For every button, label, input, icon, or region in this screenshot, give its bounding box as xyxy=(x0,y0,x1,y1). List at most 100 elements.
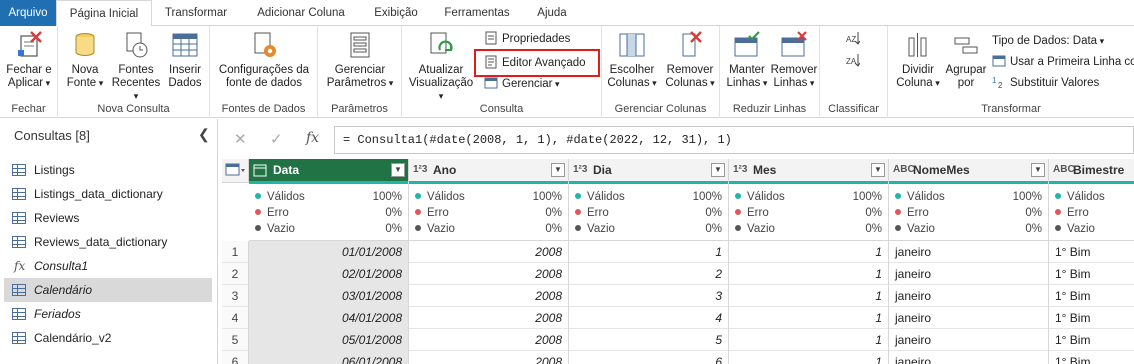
table-cell[interactable]: 1° Bim xyxy=(1049,263,1134,285)
table-cell[interactable]: 1° Bim xyxy=(1049,285,1134,307)
table-cell[interactable]: 2008 xyxy=(409,307,568,329)
table-cell[interactable]: 2008 xyxy=(409,263,568,285)
column-header[interactable]: ABC Bimestre xyxy=(1049,159,1134,181)
collapse-pane-icon[interactable]: ❮ xyxy=(198,126,210,143)
choose-columns-button[interactable]: Escolher Colunas xyxy=(604,30,660,90)
stat-row: Válidos 100% xyxy=(255,189,402,205)
advanced-editor-button[interactable]: Editor Avançado xyxy=(474,49,600,77)
query-item-calendario-v2[interactable]: Calendário_v2 xyxy=(4,326,212,350)
split-column-button[interactable]: Dividir Coluna xyxy=(892,30,944,90)
remove-rows-button[interactable]: Remover Linhas xyxy=(770,30,818,90)
table-cell[interactable]: janeiro xyxy=(889,263,1048,285)
column-filter-dropdown-icon[interactable]: ▼ xyxy=(1031,163,1045,177)
table-cell[interactable]: 6 xyxy=(569,351,728,364)
table-cell[interactable]: 1 xyxy=(729,307,888,329)
close-apply-button[interactable]: Fechar e Aplicar xyxy=(2,30,56,90)
query-item-consulta1[interactable]: fx Consulta1 xyxy=(4,254,212,278)
column-header[interactable]: ABC NomeMes ▼ xyxy=(889,159,1048,181)
table-cell[interactable]: 2008 xyxy=(409,241,568,263)
table-cell[interactable]: 1 xyxy=(729,241,888,263)
data-source-settings-button[interactable]: Configurações da fonte de dados xyxy=(214,30,314,90)
table-cell[interactable]: 06/01/2008 xyxy=(249,351,408,364)
column-filter-dropdown-icon[interactable]: ▼ xyxy=(871,163,885,177)
tab-ferramentas[interactable]: Ferramentas xyxy=(432,0,522,26)
use-first-row-headers-button[interactable]: Usar a Primeira Linha co xyxy=(992,53,1134,71)
row-number[interactable]: 1 xyxy=(222,241,249,263)
row-number[interactable]: 2 xyxy=(222,263,249,285)
table-cell[interactable]: janeiro xyxy=(889,241,1048,263)
table-cell[interactable]: 02/01/2008 xyxy=(249,263,408,285)
table-cell[interactable]: 1 xyxy=(729,285,888,307)
table-cell[interactable]: 1 xyxy=(729,263,888,285)
tab-pagina-inicial[interactable]: Página Inicial xyxy=(56,0,152,27)
query-item-reviews-data-dictionary[interactable]: Reviews_data_dictionary xyxy=(4,230,212,254)
table-cell[interactable]: 2008 xyxy=(409,285,568,307)
row-number[interactable]: 6 xyxy=(222,351,249,364)
table-cell[interactable]: 1° Bim xyxy=(1049,329,1134,351)
manage-parameters-button[interactable]: Gerenciar Parâmetros xyxy=(322,30,398,90)
tab-exibicao[interactable]: Exibição xyxy=(362,0,430,26)
type-icon[interactable]: ABC xyxy=(1053,159,1075,181)
sort-descending-button[interactable]: ZA xyxy=(846,52,864,70)
query-item-listings-data-dictionary[interactable]: Listings_data_dictionary xyxy=(4,182,212,206)
column-header[interactable]: 1²3 Mes ▼ xyxy=(729,159,888,181)
cancel-formula-icon[interactable]: ✕ xyxy=(234,130,247,148)
table-cell[interactable]: janeiro xyxy=(889,329,1048,351)
new-source-button[interactable]: Nova Fonte xyxy=(64,30,106,90)
replace-values-button[interactable]: 1 2 Substituir Valores xyxy=(992,74,1099,92)
table-cell[interactable]: 2008 xyxy=(409,329,568,351)
table-cell[interactable]: 1 xyxy=(729,351,888,364)
column-filter-dropdown-icon[interactable]: ▼ xyxy=(711,163,725,177)
column-filter-dropdown-icon[interactable]: ▼ xyxy=(551,163,565,177)
keep-rows-button[interactable]: Manter Linhas xyxy=(724,30,770,90)
column-header[interactable]: Data ▼ xyxy=(249,159,408,181)
table-cell[interactable]: janeiro xyxy=(889,285,1048,307)
tab-transformar[interactable]: Transformar xyxy=(154,0,238,26)
table-cell[interactable]: 05/01/2008 xyxy=(249,329,408,351)
table-cell[interactable]: janeiro xyxy=(889,307,1048,329)
type-icon[interactable]: 1²3 xyxy=(573,159,587,181)
row-number[interactable]: 4 xyxy=(222,307,249,329)
table-cell[interactable]: 4 xyxy=(569,307,728,329)
properties-button[interactable]: Propriedades xyxy=(484,30,570,48)
formula-input[interactable]: = Consulta1(#date(2008, 1, 1), #date(202… xyxy=(334,126,1134,154)
query-item-reviews[interactable]: Reviews xyxy=(4,206,212,230)
remove-columns-button[interactable]: Remover Colunas xyxy=(662,30,718,90)
refresh-preview-button[interactable]: Atualizar Visualização xyxy=(406,30,476,103)
table-cell[interactable]: 1 xyxy=(569,241,728,263)
type-icon[interactable]: 1²3 xyxy=(413,159,427,181)
tab-ajuda[interactable]: Ajuda xyxy=(524,0,580,26)
manage-query-button[interactable]: Gerenciar xyxy=(484,75,560,93)
recent-sources-button[interactable]: Fontes Recentes xyxy=(110,30,162,103)
table-cell[interactable]: 04/01/2008 xyxy=(249,307,408,329)
query-item-listings[interactable]: Listings xyxy=(4,158,212,182)
tab-adicionar-coluna[interactable]: Adicionar Coluna xyxy=(242,0,360,26)
table-cell[interactable]: 5 xyxy=(569,329,728,351)
table-cell[interactable]: 1° Bim xyxy=(1049,241,1134,263)
tab-arquivo[interactable]: Arquivo xyxy=(0,0,56,26)
table-cell[interactable]: 1 xyxy=(729,329,888,351)
table-cell[interactable]: 1° Bim xyxy=(1049,351,1134,364)
accept-formula-icon[interactable]: ✓ xyxy=(270,130,283,148)
table-menu-icon[interactable] xyxy=(222,159,249,183)
type-icon[interactable]: ABC xyxy=(893,159,915,181)
group-by-button[interactable]: Agrupar por xyxy=(944,30,988,90)
table-cell[interactable]: 2008 xyxy=(409,351,568,364)
table-cell[interactable]: 03/01/2008 xyxy=(249,285,408,307)
sort-ascending-button[interactable]: AZ xyxy=(846,30,864,48)
column-header[interactable]: 1²3 Dia ▼ xyxy=(569,159,728,181)
table-cell[interactable]: 2 xyxy=(569,263,728,285)
type-icon[interactable]: 1²3 xyxy=(733,159,747,181)
table-cell[interactable]: 3 xyxy=(569,285,728,307)
table-cell[interactable]: 01/01/2008 xyxy=(249,241,408,263)
row-number[interactable]: 3 xyxy=(222,285,249,307)
query-item-feriados[interactable]: Feriados xyxy=(4,302,212,326)
data-type-dropdown[interactable]: Tipo de Dados: Data xyxy=(992,32,1104,50)
column-header[interactable]: 1²3 Ano ▼ xyxy=(409,159,568,181)
column-filter-dropdown-icon[interactable]: ▼ xyxy=(391,163,405,177)
table-cell[interactable]: 1° Bim xyxy=(1049,307,1134,329)
row-number[interactable]: 5 xyxy=(222,329,249,351)
query-item-calendario[interactable]: Calendário xyxy=(4,278,212,302)
enter-data-button[interactable]: Inserir Dados xyxy=(164,30,206,90)
table-cell[interactable]: janeiro xyxy=(889,351,1048,364)
